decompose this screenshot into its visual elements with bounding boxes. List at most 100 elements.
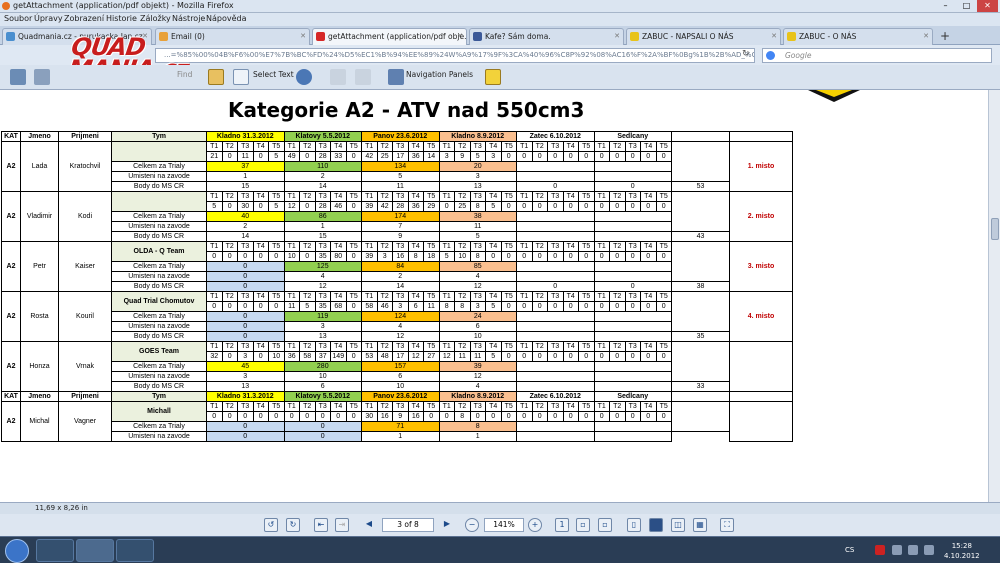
umisteni-label: Umisteni na zavode <box>111 171 207 182</box>
tab-close-icon[interactable]: ✕ <box>457 29 463 44</box>
url-bar[interactable]: ...=%85%00%04B%F6%00%E7%7B%BC%FD%24%D5%E… <box>155 48 755 63</box>
trial-label: T2 <box>299 191 316 202</box>
rider-trial-label-row: A2 Lada Kratochvil T1 T2 T3 T4 T5 T1 T2 T3 T4 T5 T1 T2… <box>1 141 793 192</box>
find-button[interactable]: Find <box>177 70 192 79</box>
menu-soubor[interactable]: Soubor <box>4 14 32 23</box>
close-button[interactable]: ✕ <box>977 0 998 12</box>
trial-label: T1 <box>361 241 378 252</box>
next-page-icon[interactable]: ▶ <box>440 518 454 532</box>
two-page-continuous-icon[interactable]: ▦ <box>693 518 707 532</box>
trial-score: 0 <box>624 201 641 212</box>
umisteni-value: 11 <box>438 221 517 232</box>
word-icon[interactable] <box>116 539 154 562</box>
rider-trial-label-row: A2 Petr Kaiser OLDA - Q Team T1 T2 T3 T4 T5 T1 T2 T… <box>1 241 793 292</box>
tab-zabuc-napsali[interactable]: ZABUC - NAPSALI O NÁS ✕ <box>626 28 781 45</box>
language-indicator[interactable]: CS <box>845 546 854 554</box>
tray-flag-icon[interactable] <box>892 545 902 555</box>
highlight-icon[interactable] <box>485 69 501 85</box>
volume-icon[interactable] <box>924 545 934 555</box>
trial-label: T5 <box>500 341 517 352</box>
trial-score: 0 <box>531 301 548 312</box>
tab-kafe[interactable]: Kafe? Sám doma. ✕ <box>469 28 624 45</box>
navigation-panels-icon[interactable] <box>388 69 404 85</box>
umisteni-value <box>516 431 595 442</box>
zoom-input[interactable]: 141% <box>484 518 524 532</box>
clock[interactable]: 15:28 4.10.2012 <box>944 541 980 561</box>
umisteni-label: Umisteni na zavode <box>111 371 207 382</box>
reload-icon[interactable]: ↻ <box>742 49 750 59</box>
tab-getattachment[interactable]: getAttachment (application/pdf obje... ✕ <box>312 28 467 45</box>
fit-page-icon[interactable]: ▫ <box>598 518 612 532</box>
fit-width-icon[interactable]: ▫ <box>576 518 590 532</box>
rotate-cw-icon[interactable]: ↻ <box>286 518 300 532</box>
tray-app-icon[interactable] <box>875 545 885 555</box>
internet-explorer-icon[interactable] <box>36 539 74 562</box>
start-button[interactable] <box>5 539 29 563</box>
trial-label: T1 <box>593 191 610 202</box>
umisteni-value: 3 <box>206 371 285 382</box>
snapshot-icon[interactable] <box>296 69 312 85</box>
trial-label: T4 <box>407 341 424 352</box>
search-input[interactable]: Google <box>762 48 992 63</box>
rider-kat: A2 <box>1 291 21 342</box>
umisteni-value: 1 <box>283 221 362 232</box>
celkem-value: 0 <box>206 421 285 432</box>
trial-label: T4 <box>252 241 269 252</box>
trial-score: 0 <box>593 411 610 422</box>
trial-label: T3 <box>624 401 641 412</box>
celkem-value: 45 <box>206 361 285 372</box>
trial-score: 5 <box>268 151 285 162</box>
tab-close-icon[interactable]: ✕ <box>771 29 777 44</box>
trial-score: 0 <box>252 201 269 212</box>
trial-label: T4 <box>562 401 579 412</box>
menu-nastroje[interactable]: Nástroje <box>172 14 205 23</box>
trial-score: 42 <box>376 201 393 212</box>
select-text-button[interactable]: Select Text <box>253 70 294 79</box>
single-page-icon[interactable]: ▯ <box>627 518 641 532</box>
maximize-button[interactable]: □ <box>956 0 977 12</box>
continuous-page-icon[interactable] <box>649 518 663 532</box>
total-points: 33 <box>671 381 730 392</box>
page-number-input[interactable]: 3 of 8 <box>382 518 434 532</box>
trial-score: 0 <box>640 151 657 162</box>
save-icon[interactable] <box>10 69 26 85</box>
select-text-icon[interactable] <box>233 69 249 85</box>
redo-icon[interactable] <box>355 69 371 85</box>
zoom-in-icon[interactable]: + <box>528 518 542 532</box>
trial-label: T2 <box>609 241 626 252</box>
firefox-taskbar-icon[interactable] <box>76 539 114 562</box>
hand-tool-icon[interactable] <box>208 69 224 85</box>
first-page-icon[interactable]: ⇤ <box>314 518 328 532</box>
minimize-button[interactable]: – <box>935 0 956 12</box>
new-tab-button[interactable]: + <box>940 29 950 43</box>
fullscreen-icon[interactable]: ⛶ <box>720 518 734 532</box>
undo-icon[interactable] <box>330 69 346 85</box>
menu-zalozky[interactable]: Záložky <box>140 14 171 23</box>
print-icon[interactable] <box>34 69 50 85</box>
scrollbar-thumb[interactable] <box>991 218 999 240</box>
body-value <box>516 331 595 342</box>
two-page-icon[interactable]: ◫ <box>671 518 685 532</box>
vertical-scrollbar[interactable] <box>988 90 1000 502</box>
race-header: Sedlcany <box>593 131 672 142</box>
tab-zabuc-onas[interactable]: ZABUC - O NÁS ✕ <box>783 28 933 45</box>
zoom-out-icon[interactable]: − <box>465 518 479 532</box>
network-icon[interactable] <box>908 545 918 555</box>
rider-prijmeni: Kaiser <box>58 241 112 292</box>
previous-page-icon[interactable]: ◀ <box>362 518 376 532</box>
actual-size-icon[interactable]: 1 <box>555 518 569 532</box>
navigation-panels-button[interactable]: Navigation Panels <box>406 70 473 79</box>
tab-close-icon[interactable]: ✕ <box>614 29 620 44</box>
menu-historie[interactable]: Historie <box>106 14 137 23</box>
trial-label: T4 <box>485 401 502 412</box>
tab-close-icon[interactable]: ✕ <box>300 29 306 44</box>
trial-score: 0 <box>562 301 579 312</box>
rotate-ccw-icon[interactable]: ↺ <box>264 518 278 532</box>
trial-score: 0 <box>345 351 362 362</box>
trial-score: 0 <box>516 251 533 262</box>
menu-zobrazeni[interactable]: Zobrazení <box>64 14 104 23</box>
menu-napoveda[interactable]: Nápověda <box>206 14 247 23</box>
menu-upravy[interactable]: Úpravy <box>34 14 63 23</box>
tab-close-icon[interactable]: ✕ <box>923 29 929 44</box>
last-page-icon[interactable]: ⇥ <box>335 518 349 532</box>
